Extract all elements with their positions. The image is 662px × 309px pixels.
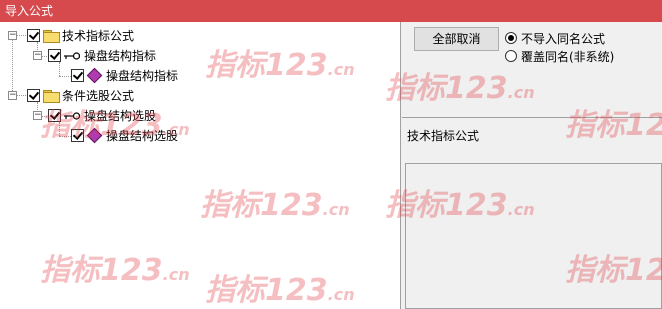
window-title: 导入公式 <box>5 4 54 18</box>
divider <box>402 117 662 118</box>
collapse-toggle[interactable]: − <box>33 111 42 120</box>
title-bar: 导入公式 <box>0 0 662 22</box>
tree-checkbox[interactable] <box>27 29 40 42</box>
tree-connector <box>12 35 13 95</box>
key-icon <box>64 112 80 120</box>
tree-connector <box>17 35 26 36</box>
radio-label[interactable]: 不导入同名公式 <box>521 30 605 47</box>
radio-skip-same-name[interactable] <box>505 32 517 44</box>
tree-connector <box>59 136 71 137</box>
tree-connector <box>59 122 60 136</box>
tree-checkbox[interactable] <box>48 109 61 122</box>
tree-checkbox[interactable] <box>27 89 40 102</box>
key-icon <box>64 52 80 60</box>
tree-item-label[interactable]: 技术指标公式 <box>62 27 134 44</box>
tree-checkbox[interactable] <box>71 69 84 82</box>
tree-connector <box>59 76 71 77</box>
tree-connector <box>59 62 60 76</box>
tree-checkbox[interactable] <box>71 129 84 142</box>
radio-label[interactable]: 覆盖同名(非系统) <box>521 48 614 65</box>
tree-item-label[interactable]: 条件选股公式 <box>62 87 134 104</box>
collapse-toggle[interactable]: − <box>33 51 42 60</box>
options-panel: 全部取消 不导入同名公式 覆盖同名(非系统) 技术指标公式 <box>402 22 662 309</box>
collapse-toggle[interactable]: − <box>8 31 17 40</box>
folder-icon <box>43 30 60 43</box>
formula-diamond-icon <box>86 67 103 84</box>
folder-icon <box>43 90 60 103</box>
radio-overwrite-same-name[interactable] <box>505 50 517 62</box>
tree-connector <box>17 95 26 96</box>
tree-item-label[interactable]: 操盘结构指标 <box>106 67 178 84</box>
tree-item-label[interactable]: 操盘结构指标 <box>84 47 156 64</box>
tree-checkbox[interactable] <box>48 49 61 62</box>
tree-item-label[interactable]: 操盘结构选股 <box>106 127 178 144</box>
tree-item-label[interactable]: 操盘结构选股 <box>84 107 156 124</box>
formula-tree[interactable]: − 技术指标公式 − 操盘结构指标 操盘结构指标 − 条件选股公式 − 操盘结构… <box>0 22 401 309</box>
selected-category-label: 技术指标公式 <box>407 129 480 143</box>
formula-diamond-icon <box>86 127 103 144</box>
collapse-toggle[interactable]: − <box>8 91 17 100</box>
cancel-all-button[interactable]: 全部取消 <box>414 27 499 51</box>
description-panel <box>405 163 662 309</box>
